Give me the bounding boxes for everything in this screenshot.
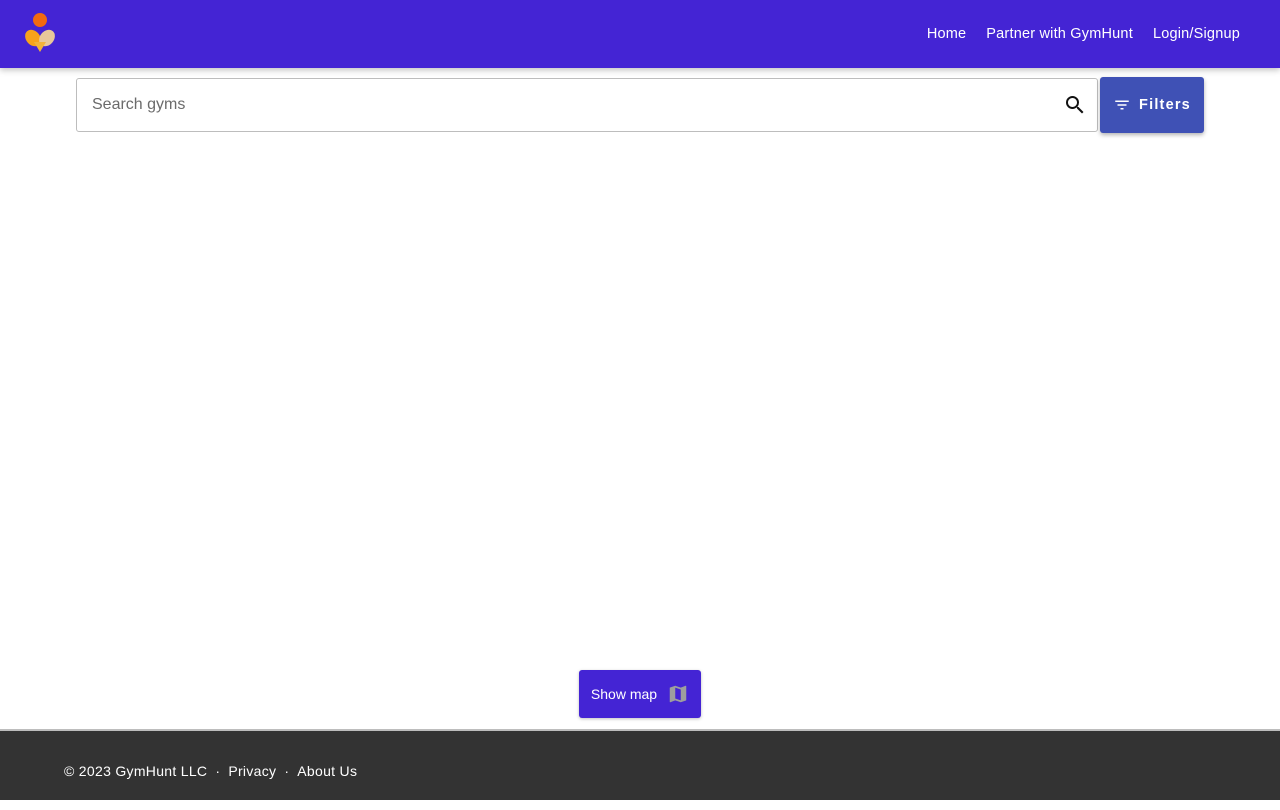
footer-separator: · — [215, 762, 221, 779]
nav-login-signup-link[interactable]: Login/Signup — [1153, 26, 1240, 42]
show-map-button[interactable]: Show map — [579, 670, 701, 718]
nav-home-link[interactable]: Home — [927, 26, 966, 42]
search-input[interactable] — [77, 79, 1037, 131]
main-nav: Home Partner with GymHunt Login/Signup — [927, 0, 1240, 68]
footer: © 2023 GymHunt LLC · Privacy · About Us — [0, 729, 1280, 800]
search-icon[interactable] — [1063, 93, 1087, 117]
footer-links: © 2023 GymHunt LLC · Privacy · About Us — [64, 731, 357, 810]
footer-separator: · — [284, 762, 290, 779]
search-box — [76, 78, 1098, 132]
privacy-link[interactable]: Privacy — [228, 763, 276, 779]
gymhunt-logo-icon[interactable] — [18, 10, 62, 54]
copyright-text: © 2023 GymHunt LLC — [64, 762, 208, 779]
map-icon — [669, 685, 687, 703]
top-app-bar: Home Partner with GymHunt Login/Signup — [0, 0, 1280, 68]
filters-button[interactable]: Filters — [1100, 77, 1204, 133]
filter-icon — [1115, 100, 1129, 110]
show-map-label: Show map — [590, 686, 658, 702]
nav-partner-link[interactable]: Partner with GymHunt — [986, 26, 1133, 42]
about-us-link[interactable]: About Us — [297, 763, 357, 779]
filters-label: Filters — [1139, 97, 1191, 113]
